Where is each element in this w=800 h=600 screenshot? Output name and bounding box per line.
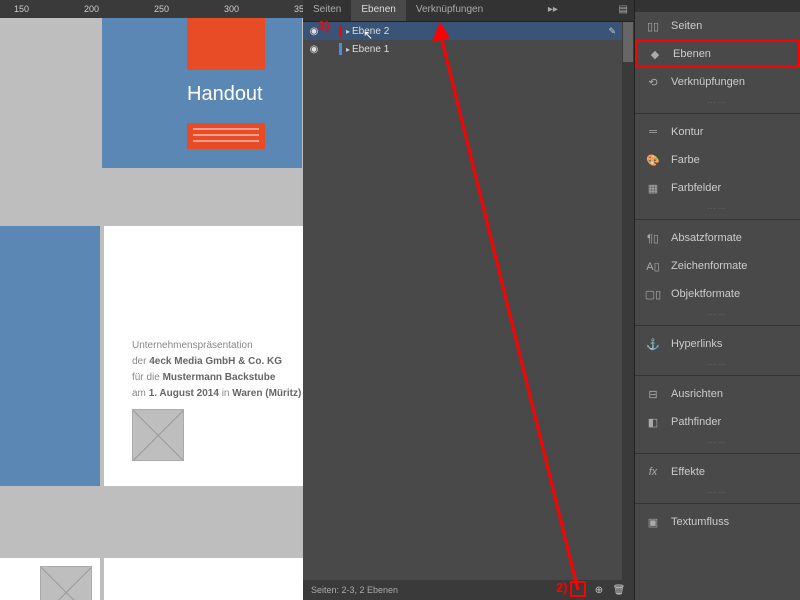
object-icon: ▢▯ [645,286,661,302]
pages-icon: ▯▯ [645,18,661,34]
panel-grip[interactable]: ⋯⋯ [635,436,800,449]
layer-color-swatch [339,43,342,55]
align-icon: ⊟ [645,386,661,402]
panel-item-zeichenformate[interactable]: A▯ Zeichenformate [635,252,800,280]
tab-ebenen[interactable]: Ebenen [351,0,405,21]
layers-panel: Seiten Ebenen Verknüpfungen ▸▸ ▤ ◉ ▸ Ebe… [303,0,634,600]
panel-grip[interactable]: ⋯⋯ [635,202,800,215]
visibility-icon[interactable]: ◉ [307,42,321,56]
panel-label: Effekte [671,466,705,478]
swatches-icon: ▦ [645,180,661,196]
callout-3: 3) [318,18,330,33]
color-icon: 🎨 [645,152,661,168]
panel-item-absatzformate[interactable]: ¶▯ Absatzformate [635,224,800,252]
right-dock-panel: ▯▯ Seiten ◆ Ebenen ⟲ Verknüpfungen ⋯⋯ ═ … [634,0,800,600]
panel-item-ausrichten[interactable]: ⊟ Ausrichten [635,380,800,408]
delete-layer-icon[interactable]: 🗑 [612,583,626,597]
layer-color-swatch [339,25,342,37]
panel-grip[interactable]: ⋯⋯ [635,96,800,109]
tab-verknuepfungen[interactable]: Verknüpfungen [406,0,493,21]
ruler-mark: 200 [84,4,99,14]
panel-item-farbfelder[interactable]: ▦ Farbfelder [635,174,800,202]
panel-grip[interactable]: ⋯⋯ [635,358,800,371]
panel-grip[interactable]: ⋯⋯ [635,308,800,321]
panel-item-ebenen[interactable]: ◆ Ebenen [635,40,800,68]
panel-item-objektformate[interactable]: ▢▯ Objektformate [635,280,800,308]
panel-label: Absatzformate [671,232,742,244]
panel-label: Ebenen [673,48,711,60]
page-bottom-right[interactable] [104,558,303,600]
panel-item-farbe[interactable]: 🎨 Farbe [635,146,800,174]
right-panel-header[interactable] [635,0,800,12]
panel-tabs: Seiten Ebenen Verknüpfungen ▸▸ ▤ [303,0,634,22]
paragraph-icon: ¶▯ [645,230,661,246]
page-blue-left[interactable] [0,226,100,486]
orange-header-box [187,18,265,70]
panel-item-hyperlinks[interactable]: ⚓ Hyperlinks [635,330,800,358]
panel-item-effekte[interactable]: fx Effekte [635,458,800,486]
callout-2: 2) [556,580,568,595]
expand-arrow-icon[interactable]: ▸ [346,45,350,54]
panel-item-pathfinder[interactable]: ◧ Pathfinder [635,408,800,436]
panel-label: Seiten [671,20,702,32]
panel-label: Textumfluss [671,516,729,528]
page-bottom-left[interactable] [0,558,100,600]
pathfinder-icon: ◧ [645,414,661,430]
panel-menu-icon[interactable]: ▤ [613,0,634,21]
layers-icon: ◆ [647,46,663,62]
panel-label: Kontur [671,126,703,138]
panel-label: Hyperlinks [671,338,722,350]
panel-footer: Seiten: 2-3, 2 Ebenen ⊕ 🗑 [303,580,634,600]
new-layer-icon[interactable]: ⊕ [592,583,606,597]
panel-item-kontur[interactable]: ═ Kontur [635,118,800,146]
character-icon: A▯ [645,258,661,274]
image-placeholder[interactable] [132,409,184,461]
page-white-right[interactable]: Unternehmenspräsentation der 4eck Media … [104,226,303,486]
expand-arrow-icon[interactable]: ▸ [346,27,350,36]
links-icon: ⟲ [645,74,661,90]
stroke-icon: ═ [645,124,661,140]
orange-lines-box [187,123,265,149]
panel-label: Farbe [671,154,700,166]
panel-label: Ausrichten [671,388,723,400]
handout-title: Handout [187,83,263,106]
image-placeholder-bottom[interactable] [40,566,92,600]
hyperlink-icon: ⚓ [645,336,661,352]
layer-row-ebene1[interactable]: ◉ ▸ Ebene 1 [303,40,634,58]
panel-item-verknuepfungen[interactable]: ⟲ Verknüpfungen [635,68,800,96]
fx-icon: fx [645,464,661,480]
page-blue-top[interactable]: Handout [102,18,302,168]
layer-name: Ebene 1 [352,44,389,55]
presentation-text: Unternehmenspräsentation der 4eck Media … [132,338,303,402]
footer-status: Seiten: 2-3, 2 Ebenen [311,585,398,595]
canvas-area[interactable]: Handout Unternehmenspräsentation der 4ec… [0,18,303,600]
panel-grip[interactable]: ⋯⋯ [635,486,800,499]
textwrap-icon: ▣ [645,514,661,530]
ruler-mark: 300 [224,4,239,14]
ruler-horizontal: 150 200 250 300 350 [0,0,303,18]
panel-label: Farbfelder [671,182,721,194]
pen-icon[interactable]: ✎ [608,26,616,37]
panel-label: Objektformate [671,288,740,300]
scrollbar-vertical[interactable] [622,22,634,580]
panel-label: Verknüpfungen [671,76,745,88]
panel-item-seiten[interactable]: ▯▯ Seiten [635,12,800,40]
panel-item-textumfluss[interactable]: ▣ Textumfluss [635,508,800,536]
ruler-mark: 150 [14,4,29,14]
layer-row-ebene2[interactable]: ◉ ▸ Ebene 2 ✎ [303,22,634,40]
scrollbar-thumb[interactable] [623,22,633,62]
cursor-icon: ↖ [363,28,373,42]
ruler-mark: 250 [154,4,169,14]
panel-label: Zeichenformate [671,260,747,272]
panel-collapse-icon[interactable]: ▸▸ [542,0,564,21]
panel-label: Pathfinder [671,416,721,428]
